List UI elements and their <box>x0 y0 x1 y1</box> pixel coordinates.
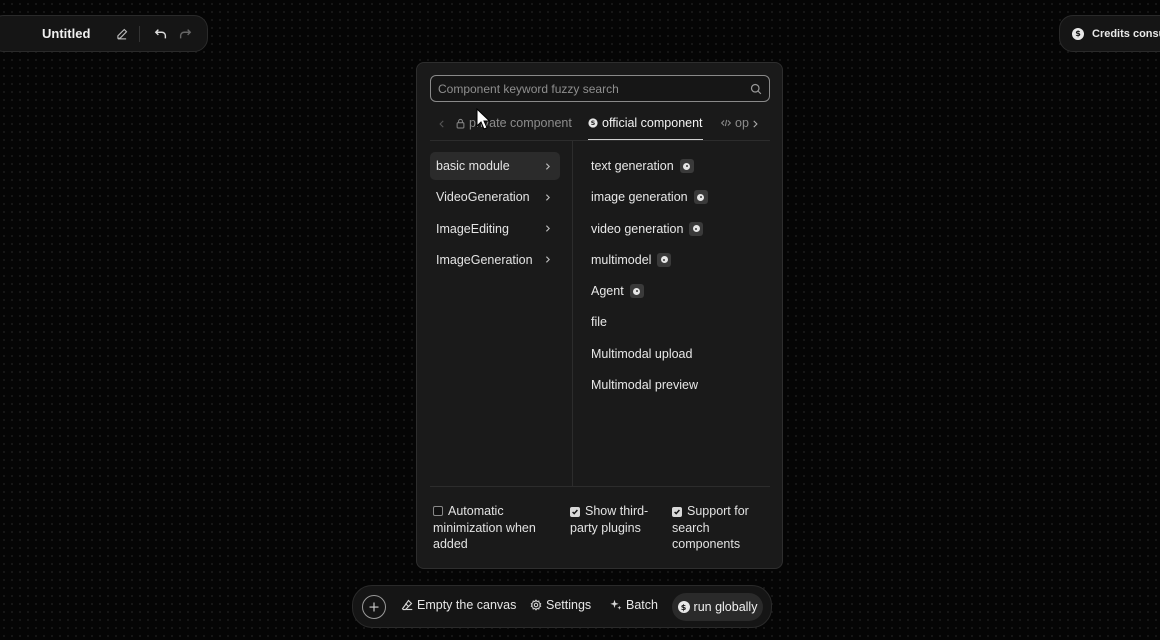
component-label: Multimodal upload <box>591 346 693 361</box>
component-video-generation[interactable]: video generation <box>591 215 771 243</box>
component-label: text generation <box>591 159 674 173</box>
divider <box>139 26 140 42</box>
official-badge-icon <box>657 252 672 267</box>
component-multimodel[interactable]: multimodel <box>591 246 771 274</box>
chevron-right-icon <box>542 192 552 202</box>
component-panel: private component S official component o… <box>416 62 783 569</box>
search-icon[interactable] <box>749 82 763 96</box>
credits-consumption[interactable]: $ Credits consum <box>1059 15 1160 52</box>
coin-icon: $ <box>677 601 690 613</box>
options-divider <box>430 486 770 487</box>
category-basic-module[interactable]: basic module <box>430 152 560 180</box>
chevron-right-icon <box>542 255 552 265</box>
official-badge-icon <box>679 159 694 173</box>
category-label: VideoGeneration <box>436 190 530 205</box>
category-label: ImageEditing <box>436 221 509 236</box>
component-multimodal-upload[interactable]: Multimodal upload <box>591 340 771 368</box>
credits-label: Credits consum <box>1092 27 1160 40</box>
tab-label: official component <box>602 116 703 130</box>
pencil-icon[interactable] <box>115 27 129 41</box>
component-agent[interactable]: Agent <box>591 277 771 305</box>
chevron-right-icon <box>542 161 552 171</box>
column-divider <box>572 141 573 486</box>
category-video-generation[interactable]: VideoGeneration <box>430 183 560 211</box>
svg-text:S: S <box>591 120 596 127</box>
category-image-generation[interactable]: ImageGeneration <box>430 246 560 274</box>
category-image-editing[interactable]: ImageEditing <box>430 215 560 243</box>
component-label: file <box>591 315 607 330</box>
coin-icon: $ <box>1072 27 1084 40</box>
settings-button[interactable]: Settings <box>530 598 591 612</box>
option-search-components[interactable]: Support for search components <box>672 503 772 553</box>
chevron-right-icon <box>542 224 552 234</box>
component-text-generation[interactable]: text generation <box>591 152 771 180</box>
batch-label: Batch <box>626 598 658 612</box>
checkbox-checked[interactable] <box>672 507 682 517</box>
empty-canvas-label: Empty the canvas <box>417 598 517 612</box>
redo-icon[interactable] <box>177 26 193 42</box>
category-label: basic module <box>436 159 510 173</box>
option-auto-minimize[interactable]: Automatic minimization when added <box>433 503 553 553</box>
component-label: Agent <box>591 284 624 299</box>
tab-private-component[interactable]: private component <box>455 114 572 140</box>
tabs-divider <box>430 140 770 141</box>
empty-canvas-button[interactable]: Empty the canvas <box>401 598 516 612</box>
tab-official-component[interactable]: S official component <box>588 114 703 141</box>
category-list: basic module VideoGeneration ImageEditin… <box>430 152 560 277</box>
official-badge-icon <box>693 190 708 205</box>
component-image-generation[interactable]: image generation <box>591 183 771 211</box>
option-label: Support for search components <box>672 504 749 551</box>
checkbox-unchecked[interactable] <box>433 506 443 516</box>
gear-icon <box>530 599 542 611</box>
search-box <box>430 75 770 102</box>
bottom-toolbar: Empty the canvas Settings Batch $ run gl… <box>352 585 772 628</box>
component-label: image generation <box>591 190 688 205</box>
code-icon <box>721 117 731 129</box>
official-icon: S <box>588 117 598 129</box>
mouse-cursor-icon <box>476 108 490 130</box>
option-label: Show third-party plugins <box>570 504 649 535</box>
project-title-bar: Untitled <box>0 15 208 52</box>
batch-button[interactable]: Batch <box>610 598 658 612</box>
plus-icon[interactable] <box>362 595 386 619</box>
category-label: ImageGeneration <box>436 252 533 267</box>
search-input[interactable] <box>431 81 749 96</box>
official-badge-icon <box>689 221 704 236</box>
lock-icon <box>455 117 465 129</box>
component-file[interactable]: file <box>591 308 771 336</box>
chevron-right-icon[interactable] <box>749 118 761 130</box>
tab-open-component[interactable]: op <box>721 114 749 140</box>
sparkle-icon <box>610 599 622 611</box>
run-globally-button[interactable]: $ run globally <box>672 593 763 621</box>
run-globally-label: run globally <box>693 600 758 614</box>
eraser-icon <box>401 599 413 611</box>
component-multimodal-preview[interactable]: Multimodal preview <box>591 371 771 399</box>
chevron-left-icon[interactable] <box>436 118 448 130</box>
settings-label: Settings <box>546 598 592 612</box>
checkbox-checked[interactable] <box>570 507 580 517</box>
official-badge-icon <box>629 284 644 299</box>
component-label: video generation <box>591 221 684 236</box>
project-title[interactable]: Untitled <box>42 26 90 41</box>
component-label: Multimodal preview <box>591 378 698 393</box>
component-label: multimodel <box>591 252 652 267</box>
option-label: Automatic minimization when added <box>433 504 536 551</box>
option-show-third-party[interactable]: Show third-party plugins <box>570 503 655 536</box>
component-list: text generation image generation video g… <box>591 152 771 402</box>
tab-label: op <box>735 116 749 130</box>
undo-icon[interactable] <box>153 26 169 42</box>
